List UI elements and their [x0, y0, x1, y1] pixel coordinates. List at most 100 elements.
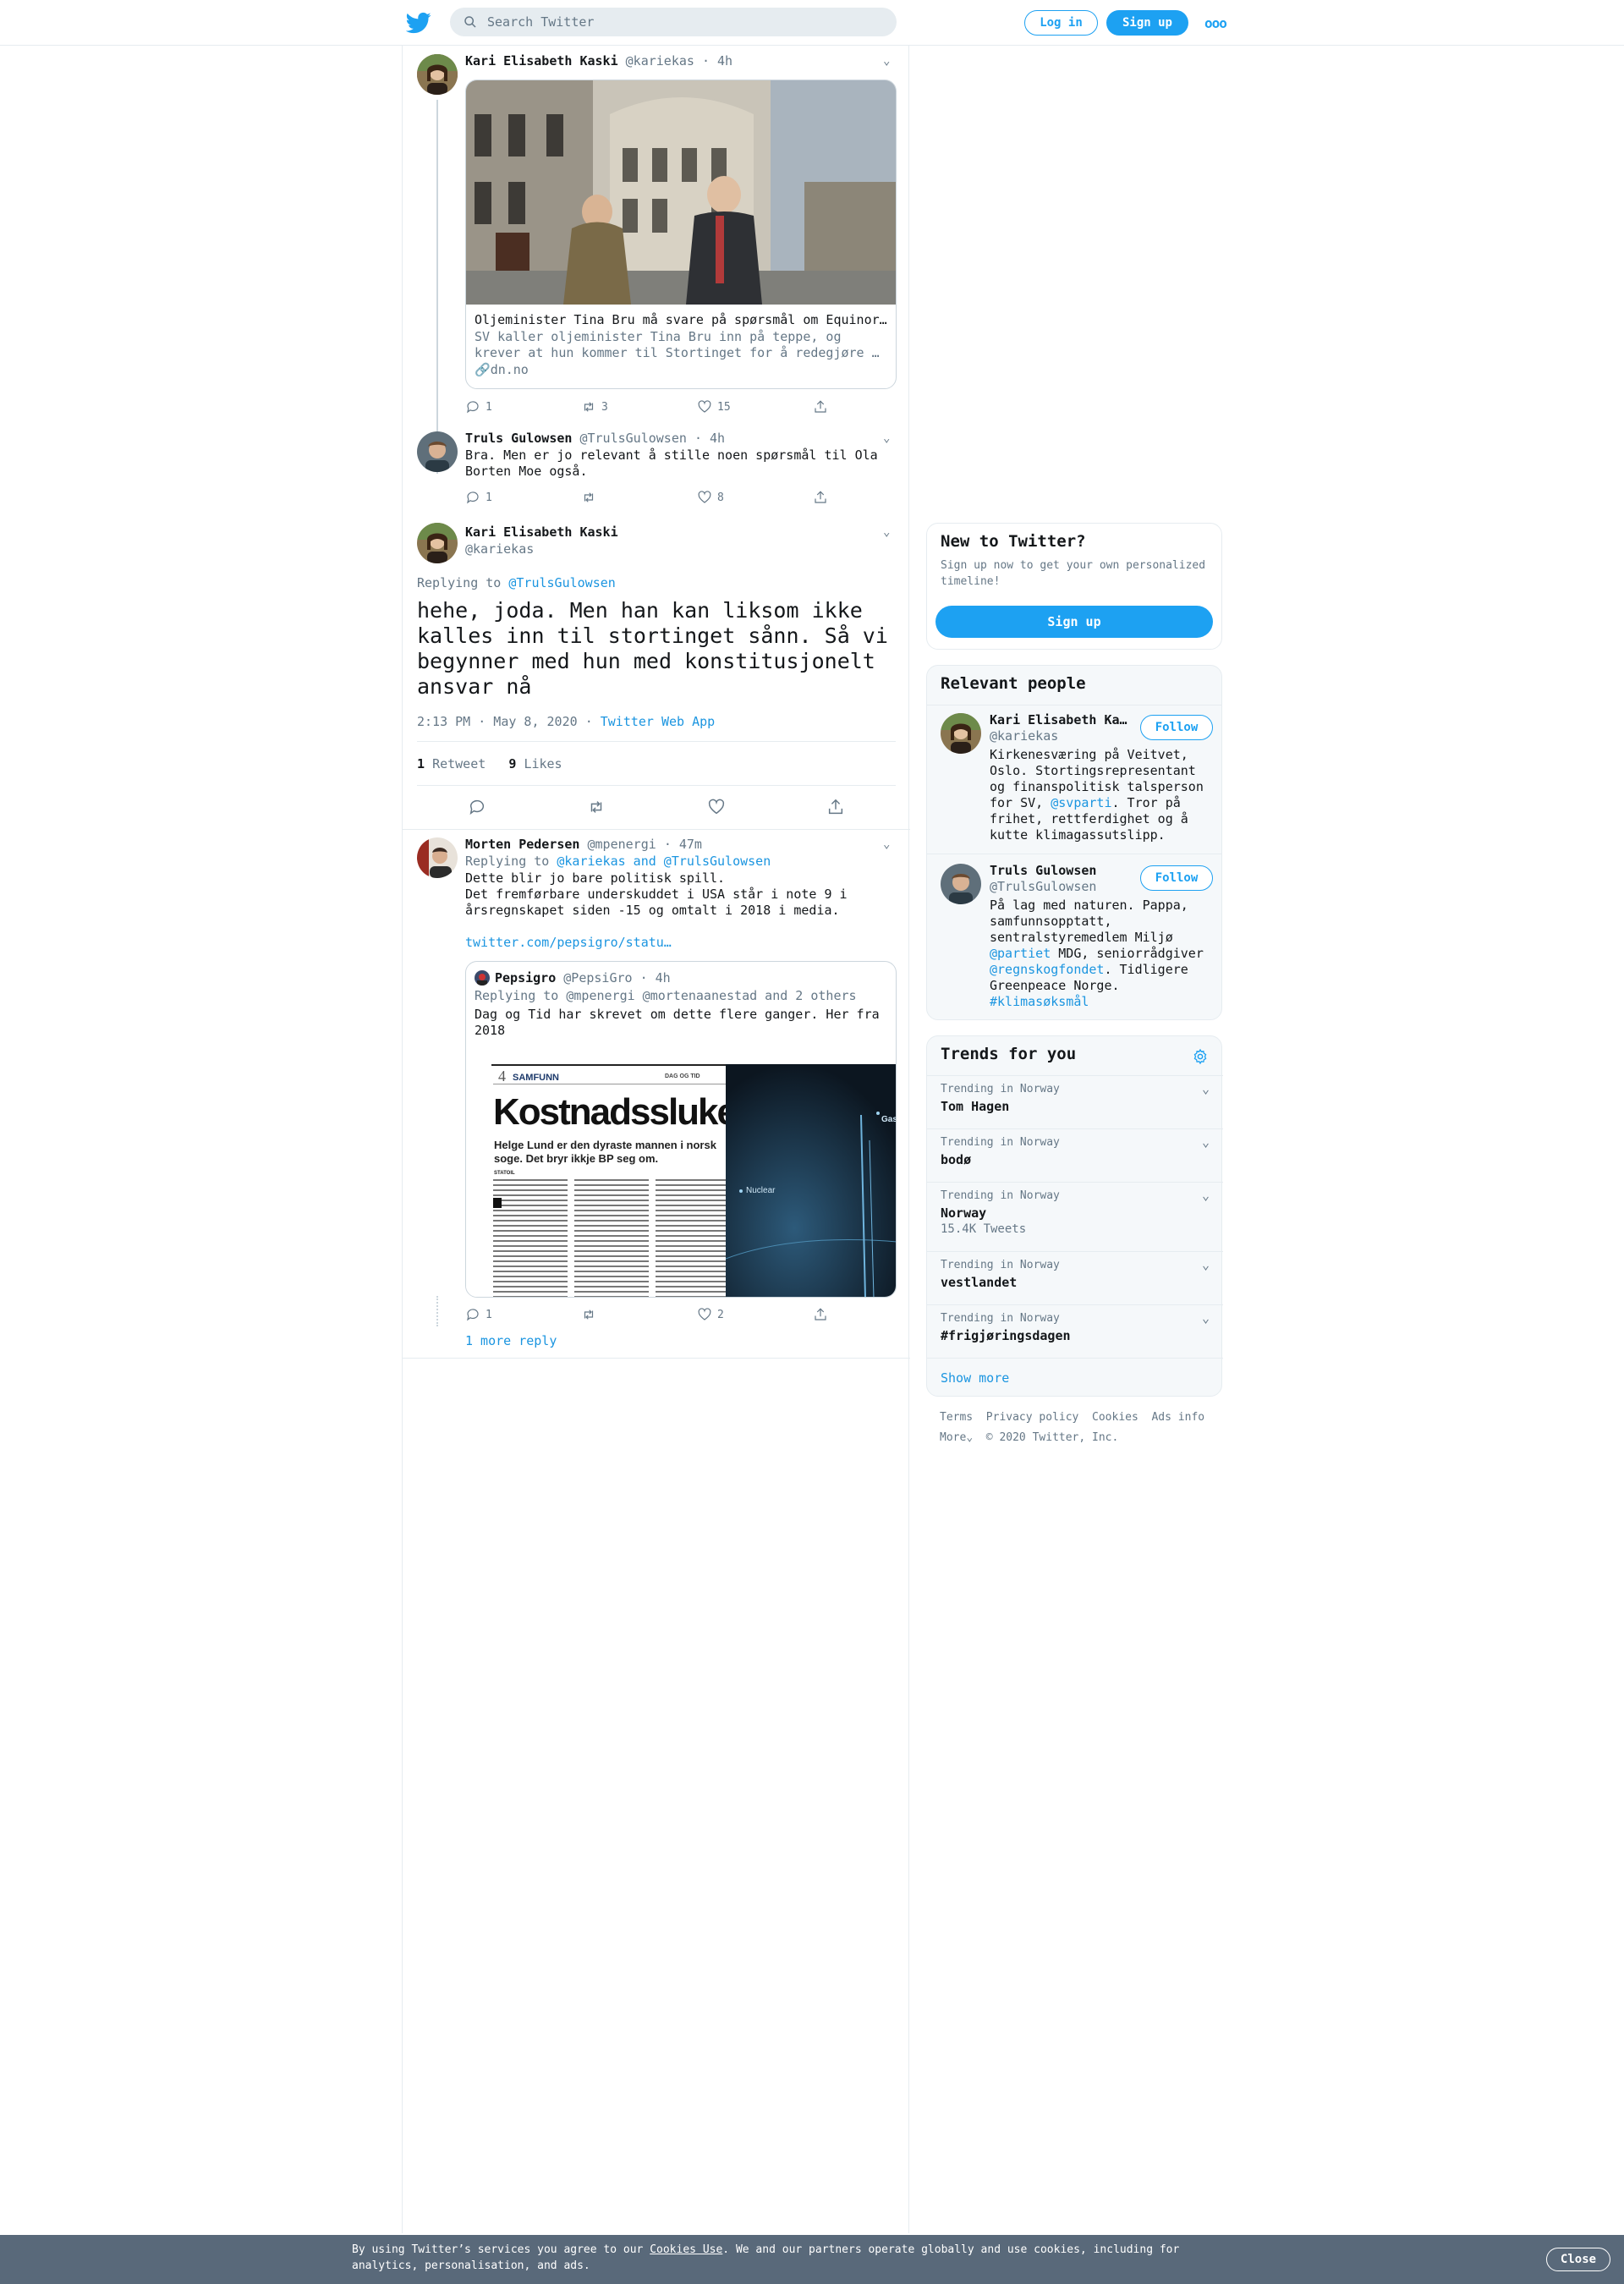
- tweet-actions: 1 8: [465, 489, 929, 506]
- share-button[interactable]: [813, 489, 929, 506]
- like-button[interactable]: 2: [697, 1306, 813, 1323]
- like-button[interactable]: 15: [697, 398, 813, 415]
- follow-button[interactable]: Follow: [1140, 865, 1213, 891]
- bio-link[interactable]: @svparti: [1051, 795, 1111, 810]
- chevron-down-icon[interactable]: ⌄: [1202, 1134, 1210, 1150]
- person-name[interactable]: Kari Elisabeth Ka…: [990, 712, 1127, 727]
- like-button[interactable]: 8: [697, 489, 813, 506]
- follow-button[interactable]: Follow: [1140, 715, 1213, 740]
- like-count: 8: [717, 491, 724, 504]
- tweet-header: Morten Pedersen @mpenergi · 47m: [465, 837, 702, 852]
- chevron-down-icon[interactable]: ⌄: [1202, 1257, 1210, 1272]
- replying-to: Replying to @TrulsGulowsen: [417, 575, 616, 590]
- tweet-time[interactable]: · 47m: [664, 837, 702, 852]
- person-handle[interactable]: @kariekas: [990, 728, 1058, 744]
- sidebar-signup-button[interactable]: Sign up: [935, 606, 1213, 638]
- reply-button[interactable]: [468, 798, 486, 815]
- share-icon: [815, 1308, 826, 1320]
- footer-more-link[interactable]: More⌄: [940, 1431, 973, 1444]
- close-button[interactable]: Close: [1546, 2248, 1610, 2271]
- author-name[interactable]: Kari Elisabeth Kaski: [465, 53, 618, 69]
- chevron-down-icon[interactable]: ⌄: [883, 54, 890, 68]
- avatar[interactable]: [417, 523, 458, 563]
- footer-ads-link[interactable]: Ads info: [1151, 1411, 1204, 1424]
- twitter-logo-icon[interactable]: [406, 10, 431, 36]
- replying-to-link[interactable]: @kariekas and @TrulsGulowsen: [557, 854, 771, 869]
- retweet-button[interactable]: [581, 1306, 697, 1323]
- card-description: krever at hun kommer til Stortinget for …: [475, 345, 880, 360]
- author-handle[interactable]: @kariekas: [626, 53, 694, 69]
- author-handle[interactable]: @TrulsGulowsen: [579, 431, 686, 446]
- avatar[interactable]: [941, 713, 981, 754]
- retweet-count: 3: [601, 400, 608, 414]
- bio-text: . Tidligere: [1104, 962, 1188, 977]
- replying-to-link[interactable]: @TrulsGulowsen: [508, 575, 615, 590]
- show-more-link[interactable]: Show more: [941, 1370, 1009, 1386]
- reply-button[interactable]: 1: [465, 398, 581, 415]
- like-stat-count: 9: [508, 756, 517, 771]
- quoted-tweet[interactable]: Pepsigro @PepsiGro · 4h Replying to @mpe…: [465, 961, 897, 1298]
- bio-link[interactable]: @regnskogfondet: [990, 962, 1104, 977]
- retweet-stat-label[interactable]: Retweet: [432, 756, 486, 771]
- footer-privacy-link[interactable]: Privacy policy: [986, 1411, 1079, 1424]
- author-name[interactable]: Truls Gulowsen: [465, 431, 572, 446]
- trend-item[interactable]: Trending in Norway Tom Hagen ⌄: [927, 1075, 1223, 1128]
- avatar[interactable]: [417, 431, 458, 472]
- share-button[interactable]: [813, 1306, 929, 1323]
- tweet-source[interactable]: Twitter Web App: [601, 714, 715, 729]
- trend-item[interactable]: Trending in Norway Norway 15.4K Tweets ⌄: [927, 1182, 1223, 1251]
- bio-link[interactable]: #klimasøksmål: [990, 994, 1089, 1010]
- heart-icon: [708, 799, 724, 815]
- trend-item[interactable]: Trending in Norway #frigjøringsdagen ⌄: [927, 1304, 1223, 1358]
- tweet-timestamp[interactable]: 2:13 PM · May 8, 2020: [417, 714, 578, 729]
- login-button[interactable]: Log in: [1024, 10, 1098, 36]
- avatar[interactable]: [417, 837, 458, 878]
- retweet-button[interactable]: 3: [581, 398, 697, 415]
- chevron-down-icon[interactable]: ⌄: [883, 431, 890, 445]
- author-name-text: Kari Elisabeth Kaski: [465, 524, 618, 540]
- more-replies-link[interactable]: 1 more reply: [465, 1333, 557, 1349]
- gear-icon[interactable]: [1192, 1048, 1209, 1065]
- author-name[interactable]: Morten Pedersen: [465, 837, 579, 852]
- chevron-down-icon[interactable]: ⌄: [883, 525, 890, 539]
- retweet-button[interactable]: [587, 798, 606, 815]
- trend-item[interactable]: Trending in Norway vestlandet ⌄: [927, 1251, 1223, 1304]
- trend-name: Tom Hagen: [941, 1099, 1010, 1114]
- like-button[interactable]: [707, 798, 726, 815]
- person-bio: og finanspolitisk talsperson: [990, 779, 1204, 794]
- share-button[interactable]: [826, 798, 845, 815]
- like-stat-label[interactable]: Likes: [524, 756, 562, 771]
- bio-link[interactable]: @partiet: [990, 946, 1051, 961]
- cookie-text-part: By using Twitter’s services you agree to…: [352, 2243, 644, 2256]
- link-card[interactable]: Oljeminister Tina Bru må svare på spørsm…: [465, 80, 897, 389]
- author-name[interactable]: Kari Elisabeth Kaski: [465, 524, 618, 540]
- share-button[interactable]: [813, 398, 929, 415]
- search-input[interactable]: Search Twitter: [450, 8, 897, 36]
- retweet-button[interactable]: [581, 489, 697, 506]
- tweet-time[interactable]: · 4h: [694, 431, 725, 446]
- chevron-down-icon[interactable]: ⌄: [883, 837, 890, 851]
- cookies-use-link[interactable]: Cookies Use: [650, 2243, 722, 2256]
- tweet-time[interactable]: · 4h: [702, 53, 732, 69]
- reply-button[interactable]: 1: [465, 1306, 581, 1323]
- chevron-down-icon[interactable]: ⌄: [1202, 1188, 1210, 1203]
- author-handle[interactable]: @kariekas: [465, 541, 534, 557]
- share-icon: [829, 799, 843, 815]
- person-handle[interactable]: @TrulsGulowsen: [990, 879, 1096, 894]
- avatar[interactable]: [941, 864, 981, 904]
- trend-item[interactable]: Trending in Norway bodø ⌄: [927, 1128, 1223, 1182]
- footer-cookies-link[interactable]: Cookies: [1092, 1411, 1138, 1424]
- more-options-icon[interactable]: ooo: [1204, 15, 1227, 31]
- quote-author-name: Pepsigro: [495, 970, 557, 986]
- author-handle[interactable]: @mpenergi: [588, 837, 656, 852]
- signup-button[interactable]: Sign up: [1106, 10, 1188, 36]
- chevron-down-icon[interactable]: ⌄: [1202, 1081, 1210, 1096]
- tweet-link[interactable]: twitter.com/pepsigro/statu…: [465, 935, 672, 951]
- footer-terms-link[interactable]: Terms: [940, 1411, 973, 1424]
- reply-button[interactable]: 1: [465, 489, 581, 506]
- reply-icon: [467, 401, 479, 414]
- tweet-text: Borten Moe også.: [465, 464, 588, 479]
- person-name[interactable]: Truls Gulowsen: [990, 863, 1096, 878]
- chevron-down-icon[interactable]: ⌄: [1202, 1310, 1210, 1326]
- avatar[interactable]: [417, 54, 458, 95]
